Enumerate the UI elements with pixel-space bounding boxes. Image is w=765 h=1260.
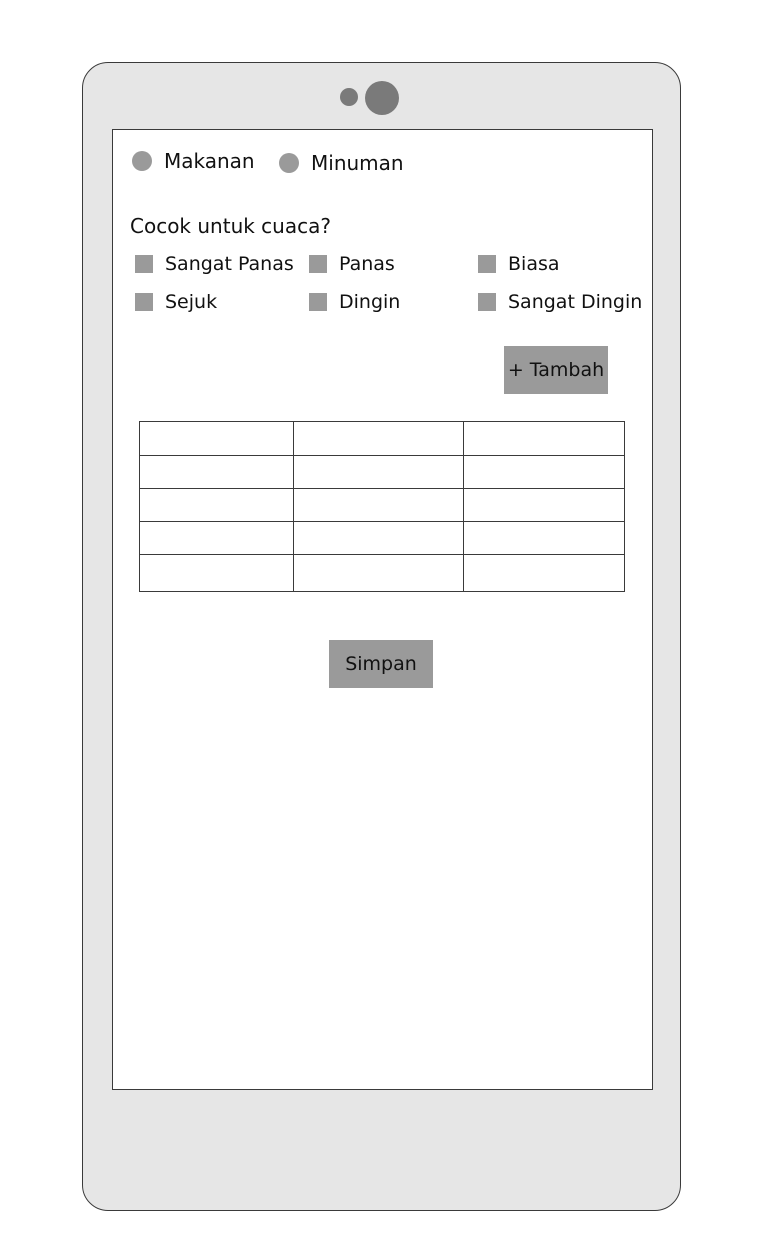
- checkbox-icon[interactable]: [135, 293, 153, 311]
- table-cell[interactable]: [463, 488, 625, 522]
- table-cell[interactable]: [293, 421, 464, 456]
- checkbox-label: Biasa: [508, 253, 560, 275]
- table-row[interactable]: [139, 455, 625, 489]
- radio-button-icon[interactable]: [279, 153, 299, 173]
- table-row[interactable]: [139, 554, 625, 592]
- radio-button-icon[interactable]: [132, 151, 152, 171]
- items-table: [139, 421, 625, 592]
- table-cell[interactable]: [463, 554, 625, 592]
- table-cell[interactable]: [463, 421, 625, 456]
- radio-label: Makanan: [164, 149, 255, 173]
- checkbox-icon[interactable]: [135, 255, 153, 273]
- table-cell[interactable]: [139, 488, 294, 522]
- checkbox-sangat-dingin[interactable]: Sangat Dingin: [478, 291, 642, 313]
- table-cell[interactable]: [139, 554, 294, 592]
- sensor-icon: [340, 88, 358, 106]
- table-cell[interactable]: [293, 488, 464, 522]
- checkbox-label: Sangat Dingin: [508, 291, 643, 313]
- table-cell[interactable]: [463, 455, 625, 489]
- checkbox-biasa[interactable]: Biasa: [478, 253, 560, 275]
- checkbox-dingin[interactable]: Dingin: [309, 291, 400, 313]
- table-row[interactable]: [139, 488, 625, 522]
- table-cell[interactable]: [293, 554, 464, 592]
- checkbox-sangat-panas[interactable]: Sangat Panas: [135, 253, 294, 275]
- save-button[interactable]: Simpan: [329, 640, 433, 688]
- table-cell[interactable]: [293, 521, 464, 555]
- table-cell[interactable]: [463, 521, 625, 555]
- table-row[interactable]: [139, 521, 625, 555]
- checkbox-label: Dingin: [339, 291, 401, 313]
- checkbox-icon[interactable]: [478, 293, 496, 311]
- table-cell[interactable]: [139, 421, 294, 456]
- weather-question-label: Cocok untuk cuaca?: [130, 214, 331, 238]
- radio-minuman[interactable]: Minuman: [279, 151, 404, 175]
- table-cell[interactable]: [139, 521, 294, 555]
- table-cell[interactable]: [139, 455, 294, 489]
- checkbox-sejuk[interactable]: Sejuk: [135, 291, 217, 313]
- checkbox-panas[interactable]: Panas: [309, 253, 395, 275]
- radio-makanan[interactable]: Makanan: [132, 149, 255, 173]
- radio-label: Minuman: [311, 151, 404, 175]
- table-cell[interactable]: [293, 455, 464, 489]
- camera-icon: [365, 81, 399, 115]
- checkbox-label: Sejuk: [165, 291, 218, 313]
- add-button[interactable]: + Tambah: [504, 346, 608, 394]
- checkbox-label: Panas: [339, 253, 395, 275]
- checkbox-icon[interactable]: [309, 293, 327, 311]
- checkbox-label: Sangat Panas: [165, 253, 294, 275]
- table-row[interactable]: [139, 421, 625, 456]
- checkbox-icon[interactable]: [309, 255, 327, 273]
- checkbox-icon[interactable]: [478, 255, 496, 273]
